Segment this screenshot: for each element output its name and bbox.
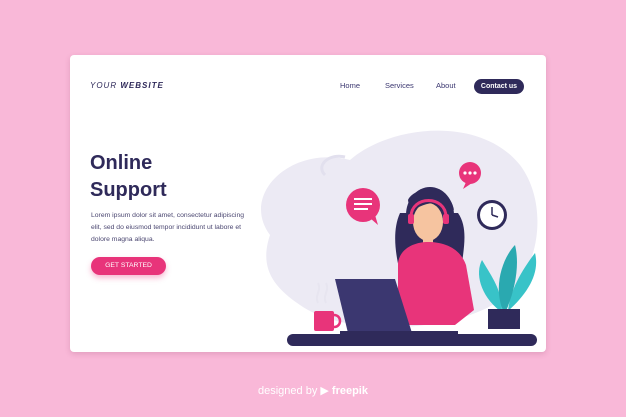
attribution-prefix: designed by [258,385,321,397]
desk [287,334,537,346]
attribution[interactable]: designed by ▶ freepik [0,384,626,397]
logo-prefix: YOUR [90,81,121,90]
logo-bold: WEBSITE [120,81,164,90]
site-logo[interactable]: YOUR WEBSITE [90,81,164,90]
hero-title-line1: Online [90,152,153,174]
attribution-brand: freepik [331,385,368,397]
get-started-button[interactable]: GET STARTED [91,257,166,275]
nav-services[interactable]: Services [385,81,414,90]
landing-card: YOUR WEBSITE Home Services About Contact… [70,55,546,352]
contact-us-button[interactable]: Contact us [474,79,524,94]
nav-about[interactable]: About [436,81,456,90]
clock-icon [477,200,507,230]
nav-home[interactable]: Home [340,81,360,90]
freepik-logo-icon: ▶ [320,385,332,397]
hero-title: Online Support [90,150,167,204]
support-agent-illustration [261,130,538,346]
hero-title-line2: Support [90,179,167,201]
